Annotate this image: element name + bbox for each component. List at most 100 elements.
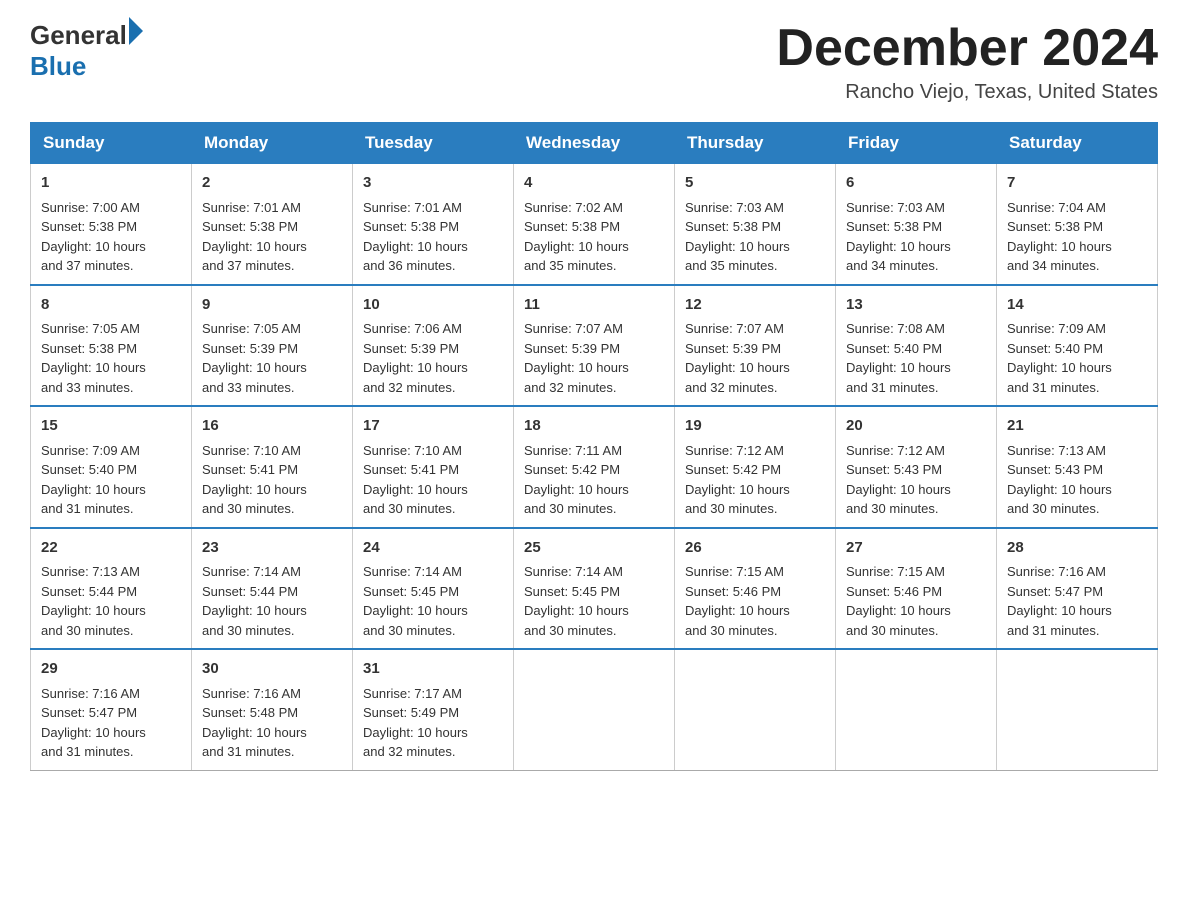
day-number: 5 bbox=[685, 172, 825, 195]
day-number: 22 bbox=[41, 537, 181, 560]
day-info: Sunrise: 7:06 AMSunset: 5:39 PMDaylight:… bbox=[363, 319, 503, 397]
day-info: Sunrise: 7:12 AMSunset: 5:43 PMDaylight:… bbox=[846, 441, 986, 519]
calendar-cell: 3 Sunrise: 7:01 AMSunset: 5:38 PMDaylight… bbox=[353, 164, 514, 285]
calendar-cell: 10Sunrise: 7:06 AMSunset: 5:39 PMDayligh… bbox=[353, 285, 514, 407]
location-title: Rancho Viejo, Texas, United States bbox=[776, 81, 1158, 104]
weekday-header-friday: Friday bbox=[836, 123, 997, 164]
calendar-cell: 2 Sunrise: 7:01 AMSunset: 5:38 PMDaylight… bbox=[192, 164, 353, 285]
logo-text-blue: Blue bbox=[30, 51, 143, 82]
day-number: 20 bbox=[846, 415, 986, 438]
day-info: Sunrise: 7:13 AMSunset: 5:43 PMDaylight:… bbox=[1007, 441, 1147, 519]
calendar-cell: 23Sunrise: 7:14 AMSunset: 5:44 PMDayligh… bbox=[192, 528, 353, 650]
calendar-cell: 27Sunrise: 7:15 AMSunset: 5:46 PMDayligh… bbox=[836, 528, 997, 650]
calendar-cell: 15 Sunrise: 7:09 AMSunset: 5:40 PMDayligh… bbox=[31, 406, 192, 528]
weekday-header-monday: Monday bbox=[192, 123, 353, 164]
day-number: 8 bbox=[41, 294, 181, 317]
day-info: Sunrise: 7:05 AMSunset: 5:38 PMDaylight:… bbox=[41, 319, 181, 397]
calendar-cell: 8Sunrise: 7:05 AMSunset: 5:38 PMDaylight… bbox=[31, 285, 192, 407]
day-info: Sunrise: 7:12 AMSunset: 5:42 PMDaylight:… bbox=[685, 441, 825, 519]
day-info: Sunrise: 7:15 AMSunset: 5:46 PMDaylight:… bbox=[685, 562, 825, 640]
calendar-cell bbox=[836, 649, 997, 770]
calendar-cell bbox=[514, 649, 675, 770]
day-info: Sunrise: 7:13 AMSunset: 5:44 PMDaylight:… bbox=[41, 562, 181, 640]
day-info: Sunrise: 7:14 AMSunset: 5:45 PMDaylight:… bbox=[363, 562, 503, 640]
calendar-cell: 6 Sunrise: 7:03 AMSunset: 5:38 PMDaylight… bbox=[836, 164, 997, 285]
calendar-cell: 1Sunrise: 7:00 AMSunset: 5:38 PMDaylight… bbox=[31, 164, 192, 285]
calendar-week-row: 29Sunrise: 7:16 AMSunset: 5:47 PMDayligh… bbox=[31, 649, 1158, 770]
day-info: Sunrise: 7:03 AMSunset: 5:38 PMDaylight:… bbox=[685, 198, 825, 276]
day-info: Sunrise: 7:11 AMSunset: 5:42 PMDaylight:… bbox=[524, 441, 664, 519]
day-info: Sunrise: 7:09 AMSunset: 5:40 PMDaylight:… bbox=[41, 441, 181, 519]
month-title: December 2024 bbox=[776, 20, 1158, 77]
day-number: 25 bbox=[524, 537, 664, 560]
calendar-cell bbox=[997, 649, 1158, 770]
day-number: 19 bbox=[685, 415, 825, 438]
day-number: 31 bbox=[363, 658, 503, 681]
calendar-cell: 16 Sunrise: 7:10 AMSunset: 5:41 PMDayligh… bbox=[192, 406, 353, 528]
day-number: 9 bbox=[202, 294, 342, 317]
calendar-cell: 29Sunrise: 7:16 AMSunset: 5:47 PMDayligh… bbox=[31, 649, 192, 770]
day-info: Sunrise: 7:09 AMSunset: 5:40 PMDaylight:… bbox=[1007, 319, 1147, 397]
calendar-cell: 4 Sunrise: 7:02 AMSunset: 5:38 PMDaylight… bbox=[514, 164, 675, 285]
weekday-header-saturday: Saturday bbox=[997, 123, 1158, 164]
calendar-cell: 20 Sunrise: 7:12 AMSunset: 5:43 PMDayligh… bbox=[836, 406, 997, 528]
calendar-week-row: 8Sunrise: 7:05 AMSunset: 5:38 PMDaylight… bbox=[31, 285, 1158, 407]
title-area: December 2024 Rancho Viejo, Texas, Unite… bbox=[776, 20, 1158, 104]
day-info: Sunrise: 7:16 AMSunset: 5:47 PMDaylight:… bbox=[1007, 562, 1147, 640]
weekday-header-row: SundayMondayTuesdayWednesdayThursdayFrid… bbox=[31, 123, 1158, 164]
weekday-header-tuesday: Tuesday bbox=[353, 123, 514, 164]
day-number: 21 bbox=[1007, 415, 1147, 438]
calendar-week-row: 22Sunrise: 7:13 AMSunset: 5:44 PMDayligh… bbox=[31, 528, 1158, 650]
day-number: 14 bbox=[1007, 294, 1147, 317]
calendar-cell: 12Sunrise: 7:07 AMSunset: 5:39 PMDayligh… bbox=[675, 285, 836, 407]
day-number: 18 bbox=[524, 415, 664, 438]
calendar-cell: 17 Sunrise: 7:10 AMSunset: 5:41 PMDayligh… bbox=[353, 406, 514, 528]
calendar-week-row: 1Sunrise: 7:00 AMSunset: 5:38 PMDaylight… bbox=[31, 164, 1158, 285]
day-info: Sunrise: 7:14 AMSunset: 5:44 PMDaylight:… bbox=[202, 562, 342, 640]
day-info: Sunrise: 7:00 AMSunset: 5:38 PMDaylight:… bbox=[41, 198, 181, 276]
day-number: 13 bbox=[846, 294, 986, 317]
day-info: Sunrise: 7:10 AMSunset: 5:41 PMDaylight:… bbox=[363, 441, 503, 519]
day-number: 12 bbox=[685, 294, 825, 317]
calendar-cell: 5 Sunrise: 7:03 AMSunset: 5:38 PMDaylight… bbox=[675, 164, 836, 285]
calendar-cell bbox=[675, 649, 836, 770]
day-number: 7 bbox=[1007, 172, 1147, 195]
weekday-header-wednesday: Wednesday bbox=[514, 123, 675, 164]
calendar-cell: 30 Sunrise: 7:16 AMSunset: 5:48 PMDayligh… bbox=[192, 649, 353, 770]
day-number: 4 bbox=[524, 172, 664, 195]
day-info: Sunrise: 7:01 AMSunset: 5:38 PMDaylight:… bbox=[363, 198, 503, 276]
calendar-table: SundayMondayTuesdayWednesdayThursdayFrid… bbox=[30, 122, 1158, 771]
day-number: 10 bbox=[363, 294, 503, 317]
calendar-cell: 9Sunrise: 7:05 AMSunset: 5:39 PMDaylight… bbox=[192, 285, 353, 407]
header: General Blue December 2024 Rancho Viejo,… bbox=[30, 20, 1158, 104]
day-info: Sunrise: 7:04 AMSunset: 5:38 PMDaylight:… bbox=[1007, 198, 1147, 276]
calendar-cell: 31Sunrise: 7:17 AMSunset: 5:49 PMDayligh… bbox=[353, 649, 514, 770]
weekday-header-thursday: Thursday bbox=[675, 123, 836, 164]
day-info: Sunrise: 7:10 AMSunset: 5:41 PMDaylight:… bbox=[202, 441, 342, 519]
day-info: Sunrise: 7:01 AMSunset: 5:38 PMDaylight:… bbox=[202, 198, 342, 276]
day-number: 24 bbox=[363, 537, 503, 560]
day-number: 6 bbox=[846, 172, 986, 195]
calendar-cell: 14Sunrise: 7:09 AMSunset: 5:40 PMDayligh… bbox=[997, 285, 1158, 407]
day-number: 30 bbox=[202, 658, 342, 681]
logo: General Blue bbox=[30, 20, 143, 82]
calendar-cell: 28Sunrise: 7:16 AMSunset: 5:47 PMDayligh… bbox=[997, 528, 1158, 650]
day-info: Sunrise: 7:16 AMSunset: 5:48 PMDaylight:… bbox=[202, 684, 342, 762]
day-info: Sunrise: 7:15 AMSunset: 5:46 PMDaylight:… bbox=[846, 562, 986, 640]
calendar-cell: 18 Sunrise: 7:11 AMSunset: 5:42 PMDayligh… bbox=[514, 406, 675, 528]
day-number: 3 bbox=[363, 172, 503, 195]
logo-block: General Blue bbox=[30, 20, 143, 82]
day-number: 11 bbox=[524, 294, 664, 317]
day-info: Sunrise: 7:02 AMSunset: 5:38 PMDaylight:… bbox=[524, 198, 664, 276]
day-number: 16 bbox=[202, 415, 342, 438]
day-number: 26 bbox=[685, 537, 825, 560]
weekday-header-sunday: Sunday bbox=[31, 123, 192, 164]
day-number: 17 bbox=[363, 415, 503, 438]
calendar-cell: 13Sunrise: 7:08 AMSunset: 5:40 PMDayligh… bbox=[836, 285, 997, 407]
day-info: Sunrise: 7:14 AMSunset: 5:45 PMDaylight:… bbox=[524, 562, 664, 640]
calendar-cell: 26Sunrise: 7:15 AMSunset: 5:46 PMDayligh… bbox=[675, 528, 836, 650]
day-number: 2 bbox=[202, 172, 342, 195]
day-info: Sunrise: 7:07 AMSunset: 5:39 PMDaylight:… bbox=[685, 319, 825, 397]
day-info: Sunrise: 7:03 AMSunset: 5:38 PMDaylight:… bbox=[846, 198, 986, 276]
day-number: 15 bbox=[41, 415, 181, 438]
